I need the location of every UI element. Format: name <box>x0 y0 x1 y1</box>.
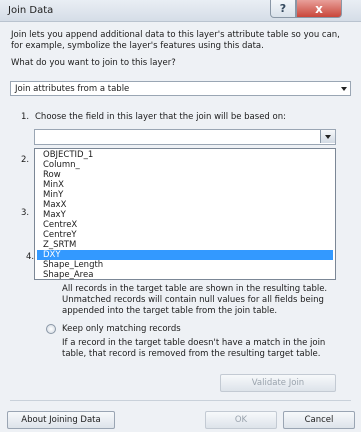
list-item[interactable]: MaxY <box>37 210 333 220</box>
ok-button[interactable]: OK <box>205 411 277 429</box>
list-item-selected[interactable]: DXY <box>37 250 333 260</box>
chevron-down-icon <box>341 87 347 91</box>
dropdown-button[interactable] <box>320 130 335 143</box>
field-dropdown-list[interactable]: OBJECTID_1 Column_ Row MinX MinY MaxX Ma… <box>34 148 336 280</box>
list-item[interactable]: MaxX <box>37 200 333 210</box>
dialog-body: Join lets you append additional data to … <box>0 22 361 432</box>
keep-matching-label[interactable]: Keep only matching records <box>62 324 181 335</box>
step2-number: 2. <box>21 155 30 165</box>
cancel-button[interactable]: Cancel <box>283 411 355 429</box>
list-item[interactable]: CentreY <box>37 230 333 240</box>
close-icon[interactable]: x <box>296 0 342 18</box>
list-item[interactable]: MinX <box>37 180 333 190</box>
keep-matching-radio[interactable] <box>46 324 56 334</box>
validate-join-button[interactable]: Validate Join <box>220 374 336 392</box>
about-joining-data-button[interactable]: About Joining Data <box>7 411 115 429</box>
list-item[interactable]: CentreX <box>37 220 333 230</box>
list-item[interactable]: Row <box>37 170 333 180</box>
keep-all-description: All records in the target table are show… <box>62 284 328 316</box>
join-type-value: Join attributes from a table <box>15 84 130 94</box>
list-item[interactable]: Z_SRTM <box>37 240 333 250</box>
list-item[interactable]: Column_ <box>37 160 333 170</box>
step1-label: Choose the field in this layer that the … <box>35 112 286 122</box>
list-item[interactable]: Shape_Area <box>37 270 333 280</box>
join-field-dropdown[interactable] <box>34 129 336 145</box>
step4-number: 4. <box>26 252 35 262</box>
divider <box>10 400 351 401</box>
help-icon[interactable]: ? <box>270 0 296 18</box>
list-item[interactable]: MinY <box>37 190 333 200</box>
title-bar: Join Data ? x <box>0 0 361 22</box>
join-type-dropdown[interactable]: Join attributes from a table <box>10 81 351 96</box>
intro-text: Join lets you append additional data to … <box>11 30 340 51</box>
list-item[interactable]: OBJECTID_1 <box>37 150 333 160</box>
chevron-down-icon <box>325 135 331 139</box>
list-item[interactable]: Shape_Length <box>37 260 333 270</box>
window-title: Join Data <box>8 5 54 16</box>
step1-number: 1. <box>21 112 30 122</box>
join-question-label: What do you want to join to this layer? <box>11 58 176 68</box>
keep-matching-description: If a record in the target table doesn't … <box>62 338 326 359</box>
step3-number: 3. <box>21 208 30 218</box>
